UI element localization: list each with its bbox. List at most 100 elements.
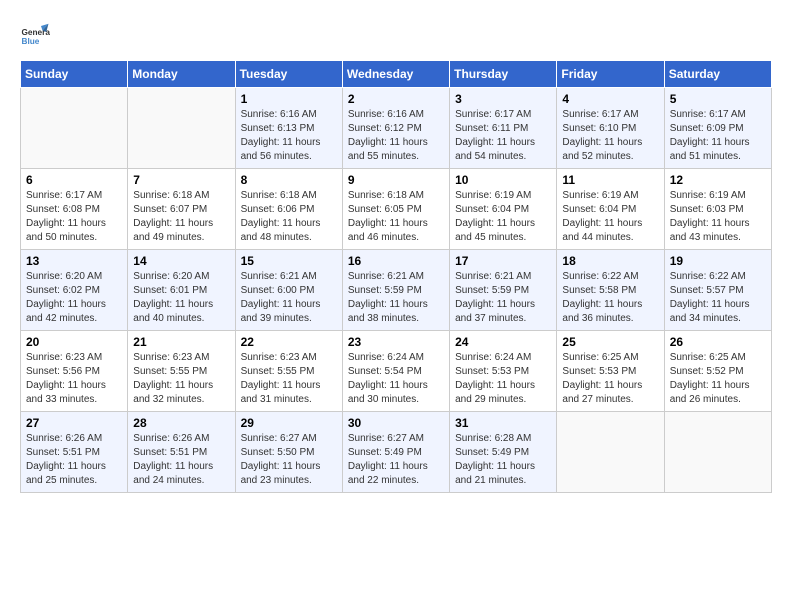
calendar-cell: 8 Sunrise: 6:18 AMSunset: 6:06 PMDaylight…: [235, 169, 342, 250]
day-detail: Sunrise: 6:16 AMSunset: 6:13 PMDaylight:…: [241, 108, 337, 164]
calendar-week-row: 20Sunrise: 6:23 AMSunset: 5:56 PMDayligh…: [21, 331, 772, 412]
calendar-week-row: 27 Sunrise: 6:26 AMSunset: 5:51 PMDayligh…: [21, 412, 772, 493]
day-number: 5: [670, 92, 766, 106]
calendar-cell: 1 Sunrise: 6:16 AMSunset: 6:13 PMDaylight…: [235, 88, 342, 169]
calendar-cell: 6 Sunrise: 6:17 AMSunset: 6:08 PMDaylight…: [21, 169, 128, 250]
day-detail: Sunrise: 6:26 AMSunset: 5:51 PMDaylight:…: [26, 432, 122, 488]
calendar-cell: 26Sunrise: 6:25 AMSunset: 5:52 PMDayligh…: [664, 331, 771, 412]
day-number: 11: [562, 173, 658, 187]
calendar-cell: 5 Sunrise: 6:17 AMSunset: 6:09 PMDaylight…: [664, 88, 771, 169]
day-number: 15: [241, 254, 337, 268]
day-number: 30: [348, 416, 444, 430]
day-number: 21: [133, 335, 229, 349]
column-header-sunday: Sunday: [21, 61, 128, 88]
day-number: 13: [26, 254, 122, 268]
calendar-cell: 23Sunrise: 6:24 AMSunset: 5:54 PMDayligh…: [342, 331, 449, 412]
day-number: 1: [241, 92, 337, 106]
calendar-cell: [21, 88, 128, 169]
day-detail: Sunrise: 6:22 AMSunset: 5:57 PMDaylight:…: [670, 270, 766, 326]
column-header-saturday: Saturday: [664, 61, 771, 88]
day-number: 10: [455, 173, 551, 187]
day-detail: Sunrise: 6:20 AMSunset: 6:02 PMDaylight:…: [26, 270, 122, 326]
day-number: 3: [455, 92, 551, 106]
calendar-cell: 3 Sunrise: 6:17 AMSunset: 6:11 PMDaylight…: [450, 88, 557, 169]
day-detail: Sunrise: 6:18 AMSunset: 6:06 PMDaylight:…: [241, 189, 337, 245]
calendar-cell: 9 Sunrise: 6:18 AMSunset: 6:05 PMDaylight…: [342, 169, 449, 250]
calendar-week-row: 1 Sunrise: 6:16 AMSunset: 6:13 PMDaylight…: [21, 88, 772, 169]
day-detail: Sunrise: 6:22 AMSunset: 5:58 PMDaylight:…: [562, 270, 658, 326]
day-number: 6: [26, 173, 122, 187]
calendar-cell: [664, 412, 771, 493]
day-detail: Sunrise: 6:19 AMSunset: 6:04 PMDaylight:…: [562, 189, 658, 245]
column-header-tuesday: Tuesday: [235, 61, 342, 88]
day-detail: Sunrise: 6:16 AMSunset: 6:12 PMDaylight:…: [348, 108, 444, 164]
day-detail: Sunrise: 6:17 AMSunset: 6:11 PMDaylight:…: [455, 108, 551, 164]
column-header-friday: Friday: [557, 61, 664, 88]
logo: General Blue: [20, 20, 50, 50]
calendar-cell: 12Sunrise: 6:19 AMSunset: 6:03 PMDayligh…: [664, 169, 771, 250]
day-number: 4: [562, 92, 658, 106]
day-detail: Sunrise: 6:21 AMSunset: 6:00 PMDaylight:…: [241, 270, 337, 326]
calendar-cell: [557, 412, 664, 493]
day-detail: Sunrise: 6:25 AMSunset: 5:53 PMDaylight:…: [562, 351, 658, 407]
calendar-cell: 29 Sunrise: 6:27 AMSunset: 5:50 PMDayligh…: [235, 412, 342, 493]
day-number: 25: [562, 335, 658, 349]
calendar-cell: 21 Sunrise: 6:23 AMSunset: 5:55 PMDayligh…: [128, 331, 235, 412]
day-number: 17: [455, 254, 551, 268]
day-detail: Sunrise: 6:19 AMSunset: 6:04 PMDaylight:…: [455, 189, 551, 245]
day-detail: Sunrise: 6:17 AMSunset: 6:10 PMDaylight:…: [562, 108, 658, 164]
calendar-cell: 14 Sunrise: 6:20 AMSunset: 6:01 PMDayligh…: [128, 250, 235, 331]
calendar-cell: 27 Sunrise: 6:26 AMSunset: 5:51 PMDayligh…: [21, 412, 128, 493]
day-detail: Sunrise: 6:20 AMSunset: 6:01 PMDaylight:…: [133, 270, 229, 326]
calendar-cell: 15 Sunrise: 6:21 AMSunset: 6:00 PMDayligh…: [235, 250, 342, 331]
calendar-week-row: 6 Sunrise: 6:17 AMSunset: 6:08 PMDaylight…: [21, 169, 772, 250]
day-detail: Sunrise: 6:28 AMSunset: 5:49 PMDaylight:…: [455, 432, 551, 488]
calendar-cell: 10 Sunrise: 6:19 AMSunset: 6:04 PMDayligh…: [450, 169, 557, 250]
day-detail: Sunrise: 6:18 AMSunset: 6:05 PMDaylight:…: [348, 189, 444, 245]
day-detail: Sunrise: 6:19 AMSunset: 6:03 PMDaylight:…: [670, 189, 766, 245]
calendar-cell: 7 Sunrise: 6:18 AMSunset: 6:07 PMDaylight…: [128, 169, 235, 250]
calendar-cell: 28Sunrise: 6:26 AMSunset: 5:51 PMDayligh…: [128, 412, 235, 493]
logo-icon: General Blue: [20, 20, 50, 50]
day-detail: Sunrise: 6:21 AMSunset: 5:59 PMDaylight:…: [455, 270, 551, 326]
day-detail: Sunrise: 6:17 AMSunset: 6:09 PMDaylight:…: [670, 108, 766, 164]
day-number: 27: [26, 416, 122, 430]
column-header-wednesday: Wednesday: [342, 61, 449, 88]
day-number: 8: [241, 173, 337, 187]
calendar-cell: 2Sunrise: 6:16 AMSunset: 6:12 PMDaylight…: [342, 88, 449, 169]
day-detail: Sunrise: 6:18 AMSunset: 6:07 PMDaylight:…: [133, 189, 229, 245]
calendar-cell: 13 Sunrise: 6:20 AMSunset: 6:02 PMDayligh…: [21, 250, 128, 331]
day-number: 26: [670, 335, 766, 349]
day-detail: Sunrise: 6:27 AMSunset: 5:50 PMDaylight:…: [241, 432, 337, 488]
calendar-cell: 11 Sunrise: 6:19 AMSunset: 6:04 PMDayligh…: [557, 169, 664, 250]
calendar-cell: 4 Sunrise: 6:17 AMSunset: 6:10 PMDaylight…: [557, 88, 664, 169]
calendar-cell: 24 Sunrise: 6:24 AMSunset: 5:53 PMDayligh…: [450, 331, 557, 412]
column-header-monday: Monday: [128, 61, 235, 88]
day-detail: Sunrise: 6:17 AMSunset: 6:08 PMDaylight:…: [26, 189, 122, 245]
calendar-cell: 20Sunrise: 6:23 AMSunset: 5:56 PMDayligh…: [21, 331, 128, 412]
day-detail: Sunrise: 6:24 AMSunset: 5:53 PMDaylight:…: [455, 351, 551, 407]
calendar-cell: 22Sunrise: 6:23 AMSunset: 5:55 PMDayligh…: [235, 331, 342, 412]
calendar-cell: 19 Sunrise: 6:22 AMSunset: 5:57 PMDayligh…: [664, 250, 771, 331]
day-number: 16: [348, 254, 444, 268]
day-number: 29: [241, 416, 337, 430]
day-number: 14: [133, 254, 229, 268]
calendar-header-row: SundayMondayTuesdayWednesdayThursdayFrid…: [21, 61, 772, 88]
day-number: 19: [670, 254, 766, 268]
day-number: 7: [133, 173, 229, 187]
day-detail: Sunrise: 6:27 AMSunset: 5:49 PMDaylight:…: [348, 432, 444, 488]
day-number: 23: [348, 335, 444, 349]
day-number: 31: [455, 416, 551, 430]
column-header-thursday: Thursday: [450, 61, 557, 88]
day-detail: Sunrise: 6:21 AMSunset: 5:59 PMDaylight:…: [348, 270, 444, 326]
calendar-cell: 30 Sunrise: 6:27 AMSunset: 5:49 PMDayligh…: [342, 412, 449, 493]
calendar-cell: 17 Sunrise: 6:21 AMSunset: 5:59 PMDayligh…: [450, 250, 557, 331]
day-detail: Sunrise: 6:26 AMSunset: 5:51 PMDaylight:…: [133, 432, 229, 488]
svg-text:Blue: Blue: [22, 37, 40, 46]
day-number: 24: [455, 335, 551, 349]
day-detail: Sunrise: 6:23 AMSunset: 5:56 PMDaylight:…: [26, 351, 122, 407]
calendar-cell: [128, 88, 235, 169]
day-number: 9: [348, 173, 444, 187]
calendar-cell: 18Sunrise: 6:22 AMSunset: 5:58 PMDayligh…: [557, 250, 664, 331]
day-detail: Sunrise: 6:23 AMSunset: 5:55 PMDaylight:…: [133, 351, 229, 407]
